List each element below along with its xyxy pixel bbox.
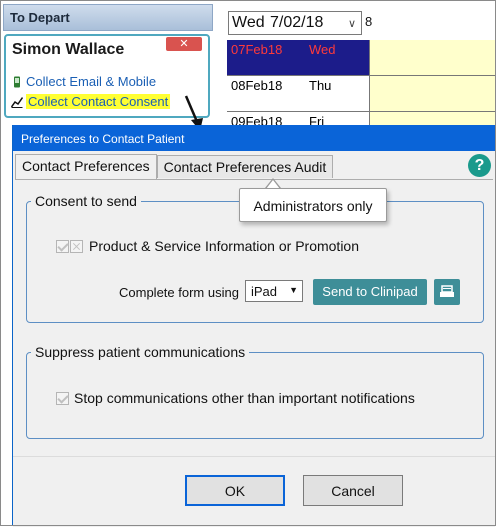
window-frame bbox=[0, 0, 496, 526]
